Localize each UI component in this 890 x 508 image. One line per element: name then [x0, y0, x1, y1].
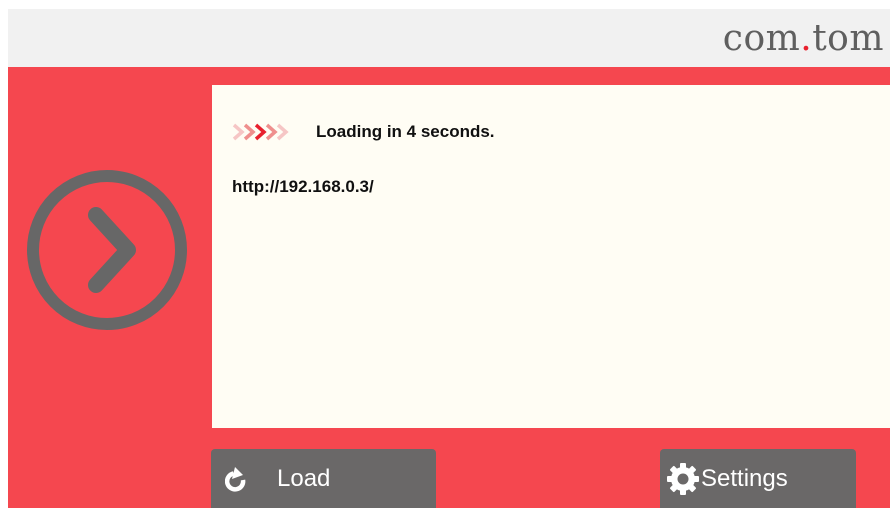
app-window: com.tom Loading in 4 seconds. http://192…: [0, 0, 890, 508]
status-row: Loading in 4 seconds.: [232, 120, 495, 144]
settings-button-label: Settings: [701, 464, 788, 492]
main-area: Loading in 4 seconds. http://192.168.0.3…: [8, 67, 890, 508]
target-url: http://192.168.0.3/: [232, 177, 374, 196]
refresh-icon: [225, 466, 246, 492]
brand-logo: com.tom: [723, 17, 884, 61]
go-button[interactable]: [25, 168, 189, 332]
settings-button[interactable]: Settings: [660, 449, 856, 508]
brand-suffix: tom: [812, 18, 884, 59]
header-bar: com.tom: [8, 9, 890, 67]
content-panel: Loading in 4 seconds. http://192.168.0.3…: [212, 85, 890, 428]
loading-arrows-icon: [232, 123, 289, 141]
load-button[interactable]: Load: [211, 449, 436, 508]
brand-dot: .: [800, 18, 813, 59]
loading-status-text: Loading in 4 seconds.: [316, 122, 495, 141]
load-button-label: Load: [277, 464, 331, 492]
gear-icon: [667, 462, 699, 495]
chevron-right-circle-icon: [27, 170, 187, 330]
brand-prefix: com: [722, 18, 801, 59]
